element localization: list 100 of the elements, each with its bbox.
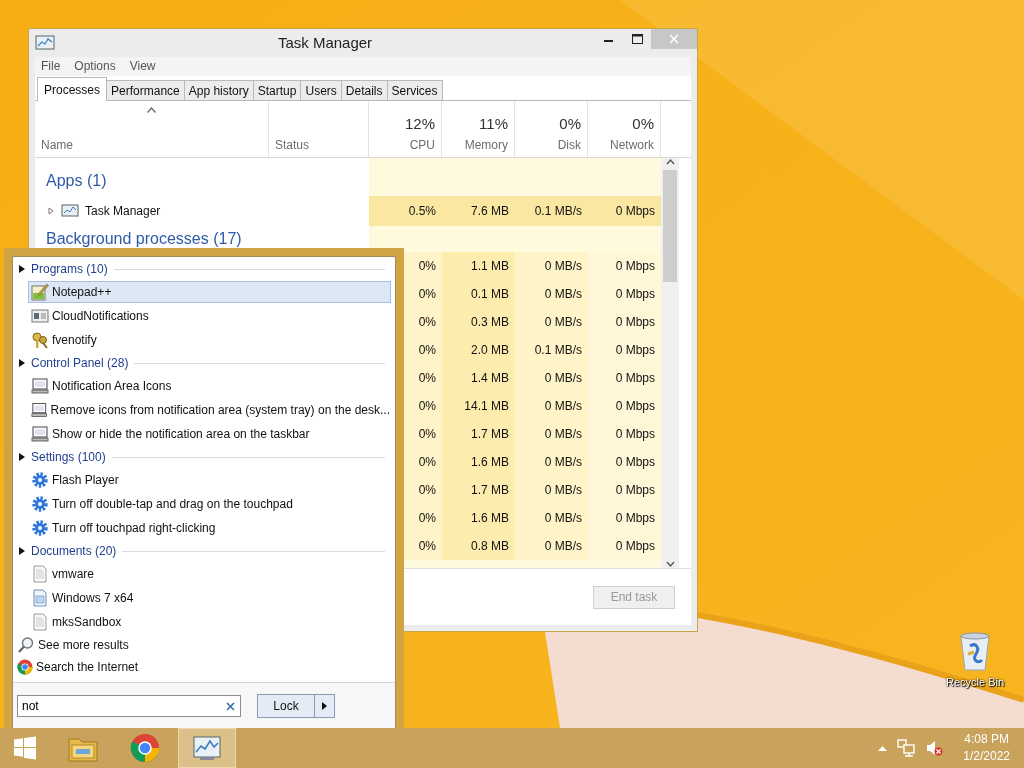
speaker-muted-icon[interactable] — [925, 739, 944, 757]
table-cell: 0 Mbps — [588, 532, 661, 560]
tab[interactable]: Details — [340, 80, 388, 100]
group-heading: Background processes (17) — [45, 229, 243, 249]
result-label: mksSandbox — [52, 615, 122, 629]
column-label: Disk — [557, 138, 581, 152]
scroll-up-icon[interactable] — [665, 158, 675, 166]
search-icon — [17, 636, 35, 654]
taskbar-app[interactable] — [178, 728, 236, 768]
table-cell: 7.6 MB — [442, 196, 515, 226]
browser-icon[interactable] — [130, 733, 160, 763]
expand-caret-icon[interactable] — [19, 547, 25, 555]
column-header[interactable]: 0% Disk — [515, 101, 588, 157]
result-label: Notification Area Icons — [52, 379, 172, 393]
monitor-icon — [31, 401, 48, 419]
table-cell: 0 MB/s — [515, 280, 588, 308]
menu-item[interactable]: File — [41, 59, 61, 74]
table-cell: 0.5% — [369, 196, 442, 226]
column-header[interactable]: Status — [269, 101, 369, 157]
column-header[interactable]: Name — [35, 101, 269, 157]
result-label: fvenotify — [52, 333, 97, 347]
table-cell: 0 MB/s — [515, 308, 588, 336]
column-label: CPU — [409, 138, 435, 152]
scrollbar[interactable] — [661, 158, 679, 568]
tab[interactable]: Startup — [252, 80, 302, 100]
menu-item[interactable]: Options — [74, 59, 116, 74]
table-cell: 0 Mbps — [588, 504, 661, 532]
group-heading: Apps (1) — [45, 171, 108, 191]
scroll-down-icon[interactable] — [665, 560, 675, 568]
table-cell: 1.1 MB — [442, 252, 515, 280]
recycle-bin-icon[interactable] — [958, 632, 992, 672]
sort-caret-icon — [147, 107, 156, 113]
table-cell: 0.1 MB — [442, 280, 515, 308]
column-total: 11% — [479, 115, 508, 132]
result-label: Flash Player — [52, 473, 119, 487]
table-cell: 1.6 MB — [442, 504, 515, 532]
column-header[interactable]: 12% CPU — [369, 101, 442, 157]
group-heading[interactable]: Programs (10) — [31, 262, 108, 276]
power-options-button[interactable] — [315, 694, 335, 718]
table-cell: 1.7 MB — [442, 476, 515, 504]
chart-window-icon — [35, 33, 55, 52]
expand-caret-icon[interactable] — [19, 265, 25, 273]
gear-icon — [31, 519, 49, 537]
table-cell: 0 Mbps — [588, 336, 661, 364]
menu-item[interactable]: View — [129, 59, 156, 74]
search-result[interactable]: Notepad++ — [28, 281, 391, 303]
keys-icon — [31, 331, 49, 349]
result-label: vmware — [52, 567, 94, 581]
search-result[interactable]: Windows 7 x64 — [28, 587, 391, 609]
column-header[interactable]: 0% Network — [588, 101, 661, 157]
column-total: 0% — [559, 115, 581, 132]
group-heading[interactable]: Documents (20) — [31, 544, 117, 558]
column-header[interactable]: 11% Memory — [442, 101, 515, 157]
link-label: See more results — [38, 638, 129, 652]
network-icon[interactable] — [897, 739, 916, 757]
column-label: Name — [41, 138, 74, 152]
table-cell: 0.8 MB — [442, 532, 515, 560]
process-name: Task Manager — [85, 204, 161, 218]
table-cell: 0 MB/s — [515, 364, 588, 392]
browser-icon[interactable] — [17, 659, 33, 675]
monitor-icon — [31, 425, 49, 443]
table-cell: 1.7 MB — [442, 420, 515, 448]
table-cell: 0.1 MB/s — [515, 196, 588, 226]
chart-window-icon[interactable] — [192, 734, 222, 762]
search-result[interactable]: mksSandbox — [28, 611, 391, 633]
tab[interactable]: Users — [300, 80, 342, 100]
group-heading[interactable]: Control Panel (28) — [31, 356, 129, 370]
column-label: Memory — [464, 138, 508, 152]
table-cell: 0 MB/s — [515, 504, 588, 532]
result-label: Turn off double-tap and drag on the touchpad — [52, 497, 293, 511]
lock-button[interactable]: Lock — [257, 694, 315, 718]
chart-window-icon — [61, 203, 79, 219]
column-total: 0% — [632, 115, 654, 132]
search-result[interactable]: vmware — [28, 563, 391, 585]
table-cell: 0 Mbps — [588, 420, 661, 448]
column-total: 12% — [404, 115, 435, 132]
clear-icon[interactable] — [226, 702, 235, 711]
monitor-icon — [31, 377, 49, 395]
date-label: 1/2/2022 — [963, 748, 1010, 765]
table-cell: 1.6 MB — [442, 448, 515, 476]
gear-icon — [31, 471, 49, 489]
scroll-thumb[interactable] — [663, 170, 677, 282]
expand-caret-icon[interactable] — [19, 453, 25, 461]
table-cell: 0 Mbps — [588, 364, 661, 392]
result-label: Notepad++ — [52, 285, 112, 299]
tab[interactable]: App history — [183, 80, 254, 100]
table-cell: 0 MB/s — [515, 392, 588, 420]
table-cell: 0 MB/s — [515, 420, 588, 448]
caret-up-icon[interactable] — [878, 745, 888, 751]
tab[interactable]: Performance — [106, 80, 185, 100]
search-link[interactable]: Search the Internet — [13, 656, 395, 678]
tab[interactable]: Services — [386, 80, 443, 100]
search-field[interactable]: not — [17, 695, 241, 717]
close-icon — [669, 34, 679, 44]
expand-caret-icon[interactable] — [19, 359, 25, 367]
search-link[interactable]: See more results — [13, 634, 395, 656]
table-cell: 0 MB/s — [515, 448, 588, 476]
tab[interactable]: Processes — [37, 77, 108, 101]
group-heading[interactable]: Settings (100) — [31, 450, 106, 464]
table-cell: 2.0 MB — [442, 336, 515, 364]
